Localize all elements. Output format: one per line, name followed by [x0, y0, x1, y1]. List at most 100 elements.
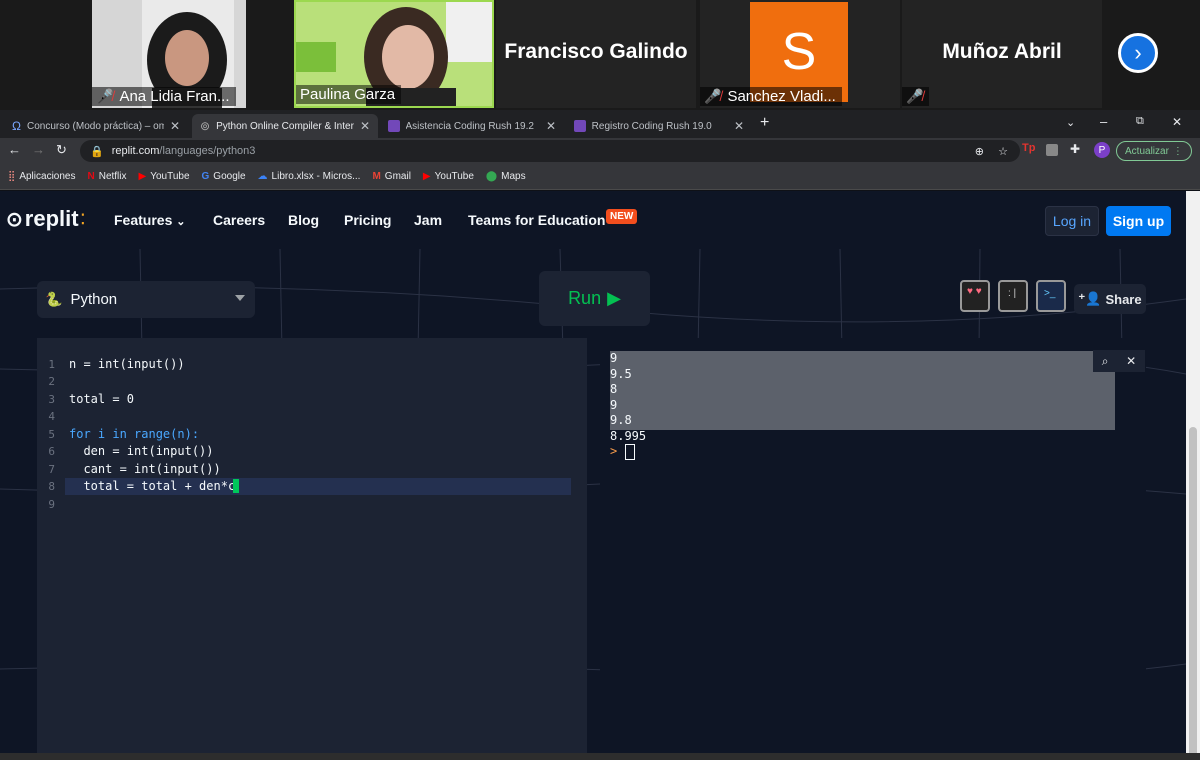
page-scrollbar[interactable] — [1186, 191, 1200, 760]
participant-name: 🎤̸ Sanchez Vladi... — [700, 87, 842, 106]
puzzle-icon[interactable]: ✚ — [1070, 142, 1080, 156]
new-tab-button[interactable]: + — [760, 114, 769, 132]
restore-icon[interactable]: ⧉ — [1136, 115, 1144, 128]
close-tab-icon[interactable]: ✕ — [170, 119, 180, 133]
code-line: 2 — [48, 375, 55, 388]
browser-tab[interactable]: Asistencia Coding Rush 19.2 ✕ — [380, 114, 564, 138]
code-line: 3 total = 0 — [48, 392, 135, 406]
chevron-right-icon: › — [1134, 40, 1142, 65]
tab-search-icon[interactable]: ⌄ — [1066, 116, 1075, 129]
bookmark-gmail[interactable]: M Gmail — [372, 171, 410, 182]
map-pin-icon: ⬤ — [485, 171, 498, 182]
monitor-terminal-icon: >_ — [1036, 280, 1066, 312]
close-tab-icon[interactable]: ✕ — [546, 119, 556, 133]
language-selector[interactable]: 🐍 Python — [37, 281, 255, 318]
nav-features[interactable]: Features ⌄ — [114, 212, 185, 228]
participant-tile: S 🎤̸ Sanchez Vladi... — [700, 0, 900, 108]
python-icon: 🐍 — [45, 291, 63, 307]
replit-page: ⊙ replit ⁚ Features ⌄ Careers Blog Pricing… — [0, 191, 1186, 760]
youtube-icon: ▶ — [422, 171, 431, 182]
code-editor[interactable]: 1n = int(input()) 2 3 total = 0 4 5 for i … — [37, 338, 587, 760]
login-button[interactable]: Log in — [1045, 206, 1099, 236]
browser-tab-strip: Ω Concurso (Modo práctica) – ome ✕ ⊚ Pyt… — [0, 110, 1200, 138]
participant-name: 🎤̸ Ana Lidia Fran... — [92, 87, 236, 106]
nav-blog[interactable]: Blog — [288, 212, 319, 228]
nav-pricing[interactable]: Pricing — [344, 212, 391, 228]
url-field[interactable]: 🔒 replit.com/languages/python3 ⊕ ☆ — [80, 140, 1020, 162]
video-call-strip: 🎤̸ Ana Lidia Fran... Paulina Garza Franci… — [0, 0, 1200, 110]
back-icon[interactable]: ← — [8, 142, 21, 157]
output-line: 9 — [610, 397, 618, 412]
share-button[interactable]: ⁺👤 Share — [1074, 284, 1146, 314]
run-button[interactable]: Run ▶ — [539, 271, 650, 326]
cloud-icon: ☁ — [257, 171, 268, 182]
forward-icon[interactable]: → — [32, 142, 45, 157]
signup-button[interactable]: Sign up — [1106, 206, 1171, 236]
bookmark-google[interactable]: G Google — [202, 171, 246, 182]
prompt-icon: > — [610, 444, 618, 458]
bookmark-youtube[interactable]: ▶ YouTube — [139, 171, 190, 182]
caret-down-icon — [235, 295, 245, 301]
minimize-icon[interactable]: – — [1100, 114, 1107, 129]
address-bar-row: ← → ↻ 🔒 replit.com/languages/python3 ⊕ ☆… — [0, 138, 1200, 164]
apps-grid-icon: ⣿ — [8, 171, 16, 182]
nav-careers[interactable]: Careers — [213, 212, 265, 228]
extension-icon[interactable] — [1046, 144, 1058, 156]
text-cursor — [233, 479, 239, 493]
replit-logo[interactable]: ⊙ replit ⁚ — [6, 206, 85, 232]
close-tab-icon[interactable]: ✕ — [734, 119, 744, 133]
bookmark-youtube[interactable]: ▶ YouTube — [423, 171, 474, 182]
monitor-heart-eyes-icon: ♥ ♥ — [960, 280, 990, 312]
output-line: 8 — [610, 382, 618, 396]
star-icon[interactable]: ☆ — [998, 145, 1008, 158]
participant-mic: 🎤̸ — [902, 87, 930, 106]
code-line: 5 for i in range(n): — [48, 427, 200, 441]
close-icon[interactable]: ✕ — [1126, 354, 1136, 368]
search-icon[interactable]: ⌕ — [1102, 354, 1109, 369]
taskbar — [0, 753, 1200, 760]
replit-icon: ⊚ — [200, 119, 211, 133]
next-page-button[interactable]: › — [1118, 33, 1158, 73]
omega-icon: Ω — [12, 119, 21, 133]
output-line: 9 — [610, 351, 618, 365]
nav-jam[interactable]: Jam — [414, 212, 442, 228]
forms-icon — [574, 120, 586, 132]
participant-tile-active: Paulina Garza — [294, 0, 494, 108]
nav-teams-for-education[interactable]: Teams for Education — [468, 212, 605, 228]
close-window-icon[interactable]: ✕ — [1172, 115, 1182, 129]
reload-icon[interactable]: ↻ — [56, 142, 67, 158]
bookmark-netflix[interactable]: N Netflix — [87, 171, 126, 182]
browser-tab[interactable]: Registro Coding Rush 19.0 ✕ — [566, 114, 752, 138]
output-line: 8.995 — [610, 428, 647, 443]
profile-avatar[interactable]: P — [1094, 142, 1110, 158]
scrollbar-thumb[interactable] — [1189, 427, 1197, 757]
bookmark-apps[interactable]: ⣿ Aplicaciones — [8, 171, 75, 182]
site-header: ⊙ replit ⁚ Features ⌄ Careers Blog Pricing… — [0, 191, 1186, 249]
gmail-icon: M — [372, 171, 381, 182]
chevron-down-icon: ⌄ — [176, 216, 186, 228]
participant-tile: 🎤̸ Ana Lidia Fran... — [92, 0, 246, 108]
browser-tab-active[interactable]: ⊚ Python Online Compiler & Interp ✕ — [192, 114, 378, 138]
url-path: /languages/python3 — [159, 145, 256, 157]
participant-tile: Muñoz Abril 🎤̸ — [902, 0, 1102, 108]
close-tab-icon[interactable]: ✕ — [360, 119, 370, 133]
console-cursor — [625, 444, 635, 460]
bookmark-maps[interactable]: ⬤ Maps — [486, 171, 526, 182]
selection-highlight — [610, 351, 1115, 430]
zoom-icon[interactable]: ⊕ — [975, 145, 984, 158]
bookmark-onedrive[interactable]: ☁ Libro.xlsx - Micros... — [258, 171, 361, 182]
url-host: replit.com — [111, 145, 160, 157]
console-output[interactable]: 9 9.5 8 9 9.8 8.995 > ⌕ ✕ — [600, 338, 1146, 760]
participant-name: Francisco Galindo — [504, 40, 688, 63]
code-line: 7 cant = int(input()) — [48, 462, 221, 476]
browser-tab[interactable]: Ω Concurso (Modo práctica) – ome ✕ — [4, 114, 188, 138]
replit-logo-icon: ⊙ — [6, 208, 23, 231]
lock-icon: 🔒 — [90, 145, 104, 158]
add-user-icon: ⁺👤 — [1078, 291, 1102, 306]
code-line: 9 — [48, 498, 55, 511]
participant-name: Muñoz Abril — [942, 40, 1062, 63]
extension-icon[interactable]: Tp — [1022, 142, 1035, 154]
update-button[interactable]: Actualizar ⋮ — [1116, 141, 1192, 161]
bookmarks-bar: ⣿ Aplicaciones N Netflix ▶ YouTube G Google … — [0, 164, 1200, 190]
google-icon: G — [201, 171, 210, 182]
